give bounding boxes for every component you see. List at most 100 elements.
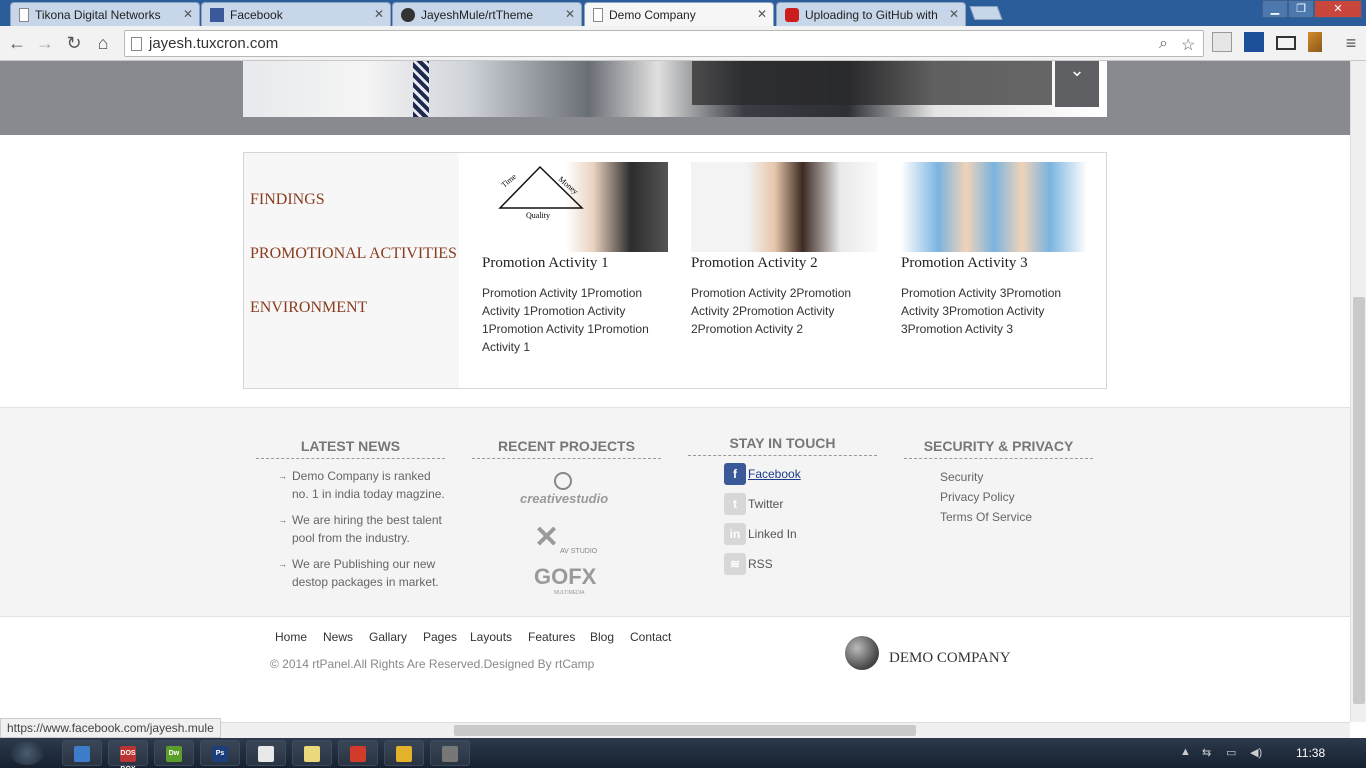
taskbar-app-word-app[interactable] (246, 740, 286, 766)
diagram-label: Quality (526, 211, 550, 220)
taskbar-app-chrome[interactable] (384, 740, 424, 766)
hero-tie-graphic (413, 61, 429, 117)
tab-facebook[interactable]: Facebook ✕ (201, 2, 391, 26)
news-item[interactable]: We are Publishing our new destop package… (256, 555, 445, 591)
taskbar-app-notepad[interactable] (292, 740, 332, 766)
reload-icon[interactable]: ↻ (63, 32, 85, 54)
tray-arrow-icon[interactable]: ▲ (1180, 746, 1191, 758)
social-link-linkedin[interactable]: in Linked In (724, 523, 797, 545)
logo-text: AV STUDIO (560, 548, 598, 555)
hero-image: ⌄ (243, 61, 1107, 117)
close-icon[interactable]: ✕ (374, 7, 384, 21)
activity-title[interactable]: Promotion Activity 3 (901, 255, 1087, 272)
maximize-button[interactable]: ❐ (1288, 0, 1314, 18)
activity-card[interactable]: Promotion Activity 2 Promotion Activity … (691, 162, 877, 338)
social-link-rss[interactable]: ≋ RSS (724, 553, 773, 575)
close-window-button[interactable]: ✕ (1314, 0, 1362, 18)
company-name[interactable]: DEMO COMPANY (889, 650, 1011, 667)
taskbar-clock[interactable]: 11:38 (1296, 746, 1325, 760)
close-icon[interactable]: ✕ (565, 7, 575, 21)
forward-icon[interactable]: → (34, 32, 56, 54)
news-item[interactable]: Demo Company is ranked no. 1 in india to… (256, 467, 445, 503)
footer-nav-gallary[interactable]: Gallary (369, 630, 407, 644)
logo-subtext: MULTIMEDIA (554, 590, 585, 596)
activity-card[interactable]: Time Money Quality Promotion Activity 1 … (482, 162, 668, 356)
tab-youtube[interactable]: Uploading to GitHub with ✕ (776, 2, 966, 26)
footer-nav-pages[interactable]: Pages (423, 630, 457, 644)
social-link-facebook[interactable]: f Facebook (724, 463, 801, 485)
news-list: Demo Company is ranked no. 1 in india to… (256, 467, 445, 591)
activities-menu: FINDINGS PROMOTIONAL ACTIVITIES ENVIRONM… (244, 153, 459, 388)
home-icon[interactable]: ⌂ (92, 32, 114, 54)
media-app-icon (442, 746, 458, 762)
logo-text: GOFX (534, 564, 597, 589)
dosbox-icon: DOS BOX (120, 746, 136, 768)
activity-title[interactable]: Promotion Activity 2 (691, 255, 877, 272)
menu-icon[interactable]: ≡ (1340, 32, 1362, 54)
taskbar-app-explorer[interactable] (62, 740, 102, 766)
activity-card[interactable]: Promotion Activity 3 Promotion Activity … (901, 162, 1087, 338)
tools-extension-icon[interactable] (1308, 32, 1322, 52)
footer-nav-news[interactable]: News (323, 630, 353, 644)
privacy-policy-link[interactable]: Privacy Policy (940, 490, 1015, 504)
minimize-button[interactable]: ▁ (1262, 0, 1288, 18)
taskbar-app-media-app[interactable] (430, 740, 470, 766)
status-bubble: https://www.facebook.com/jayesh.mule (0, 718, 221, 738)
activity-title[interactable]: Promotion Activity 1 (482, 255, 668, 272)
terms-of-service-link[interactable]: Terms Of Service (940, 510, 1032, 524)
tab-title: Facebook (230, 7, 283, 22)
start-button[interactable] (10, 741, 44, 765)
search-icon[interactable]: ⌕ (1159, 35, 1168, 53)
scrollbar-thumb[interactable] (454, 725, 916, 736)
news-item[interactable]: We are hiring the best talent pool from … (256, 511, 445, 547)
star-icon[interactable]: ☆ (1181, 35, 1195, 55)
slider-down-button[interactable]: ⌄ (1055, 61, 1099, 107)
network-icon[interactable]: ⇆ (1202, 746, 1211, 759)
taskbar-app-photoshop[interactable]: Ps (200, 740, 240, 766)
social-label: Twitter (748, 497, 784, 511)
url-text: jayesh.tuxcron.com (149, 35, 279, 52)
battery-icon[interactable]: ▭ (1226, 746, 1236, 759)
diagram-label: Money (557, 175, 580, 196)
security-link[interactable]: Security (940, 470, 983, 484)
close-icon[interactable]: ✕ (757, 7, 767, 21)
activity-3-image (901, 162, 1087, 252)
project-logo-creativestudio[interactable]: creativestudio (520, 472, 616, 506)
windows-taskbar: DOS BOX Dw Ps ▲ ⇆ ▭ ◀) 11:38 (0, 738, 1366, 768)
menu-item-environment[interactable]: ENVIRONMENT (250, 299, 367, 317)
vertical-scrollbar[interactable] (1350, 61, 1366, 722)
social-link-twitter[interactable]: t Twitter (724, 493, 783, 515)
latest-news-widget: LATEST NEWS Demo Company is ranked no. 1… (256, 438, 445, 591)
new-tab-button[interactable] (969, 6, 1003, 20)
analytics-extension-icon[interactable] (1244, 32, 1264, 52)
amazon-extension-icon[interactable] (1212, 32, 1232, 52)
close-icon[interactable]: ✕ (949, 7, 959, 21)
volume-icon[interactable]: ◀) (1250, 746, 1262, 759)
back-icon[interactable]: ← (6, 32, 28, 54)
footer-nav-home[interactable]: Home (275, 630, 307, 644)
menu-item-promotional-activities[interactable]: PROMOTIONAL ACTIVITIES (250, 245, 457, 263)
taskbar-app-dosbox[interactable]: DOS BOX (108, 740, 148, 768)
cast-extension-icon[interactable] (1276, 36, 1296, 50)
tab-tikona[interactable]: Tikona Digital Networks ✕ (10, 2, 200, 26)
scrollbar-thumb[interactable] (1353, 297, 1365, 704)
logo-mark-icon: ✕ (534, 521, 560, 554)
bottom-footer: Home News Gallary Pages Layouts Features… (0, 618, 1350, 722)
diagram-label: Time (500, 172, 519, 190)
close-icon[interactable]: ✕ (183, 7, 193, 21)
address-bar[interactable]: jayesh.tuxcron.com ⌕ ☆ (124, 30, 1204, 57)
footer-nav-layouts[interactable]: Layouts (470, 630, 512, 644)
footer-nav-contact[interactable]: Contact (630, 630, 671, 644)
tab-github[interactable]: JayeshMule/rtTheme ✕ (392, 2, 582, 26)
project-logo-av-studio[interactable]: ✕ AV STUDIO (534, 520, 604, 558)
social-label: Facebook (748, 467, 801, 481)
tab-demo-company[interactable]: Demo Company ✕ (584, 2, 774, 26)
company-logo-icon[interactable] (845, 636, 879, 670)
menu-item-findings[interactable]: FINDINGS (250, 191, 325, 209)
activity-description: Promotion Activity 3Promotion Activity 3… (901, 286, 1062, 336)
taskbar-app-git-gui[interactable] (338, 740, 378, 766)
project-logo-gofx[interactable]: GOFX MULTIMEDIA (534, 564, 604, 598)
footer-nav-features[interactable]: Features (528, 630, 575, 644)
footer-nav-blog[interactable]: Blog (590, 630, 614, 644)
taskbar-app-dreamweaver[interactable]: Dw (154, 740, 194, 766)
